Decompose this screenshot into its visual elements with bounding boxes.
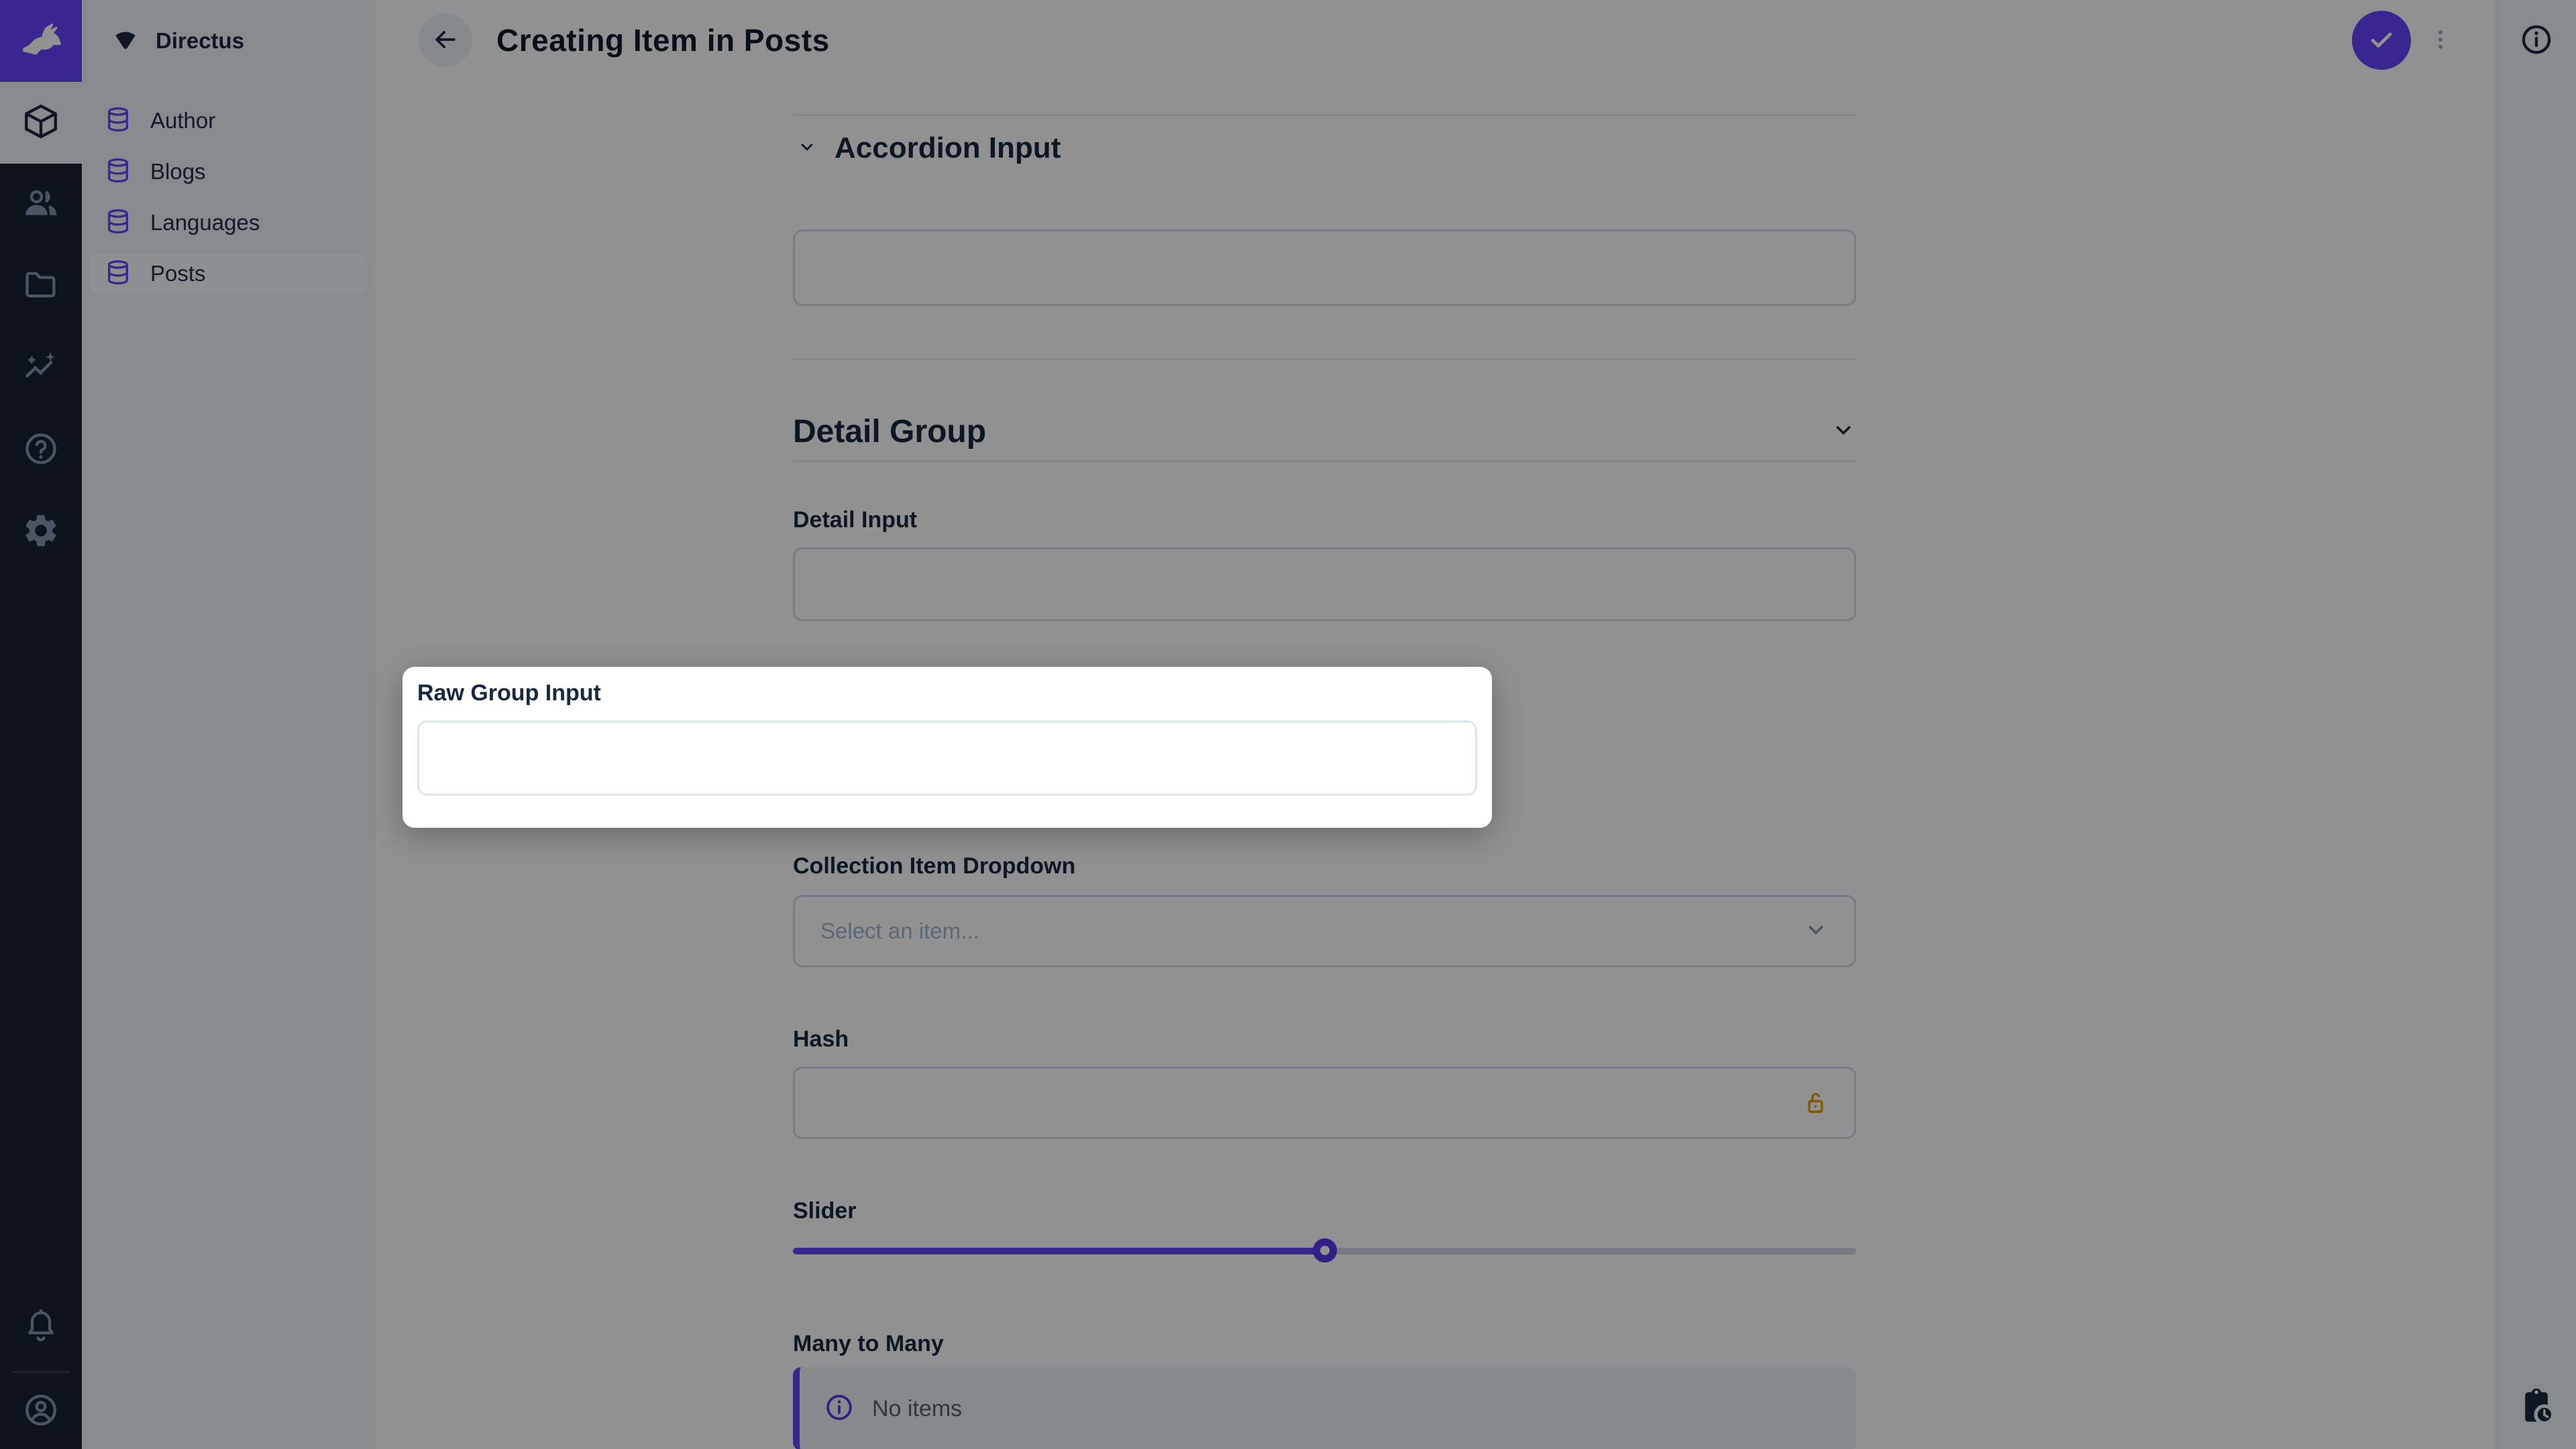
raw-group-input-label: Raw Group Input — [417, 680, 601, 706]
raw-group-input-spotlight-card: Raw Group Input — [402, 667, 1492, 828]
directus-app: Directus Author Blogs Languages Posts — [0, 0, 2576, 1449]
raw-group-input-field[interactable] — [417, 720, 1477, 796]
